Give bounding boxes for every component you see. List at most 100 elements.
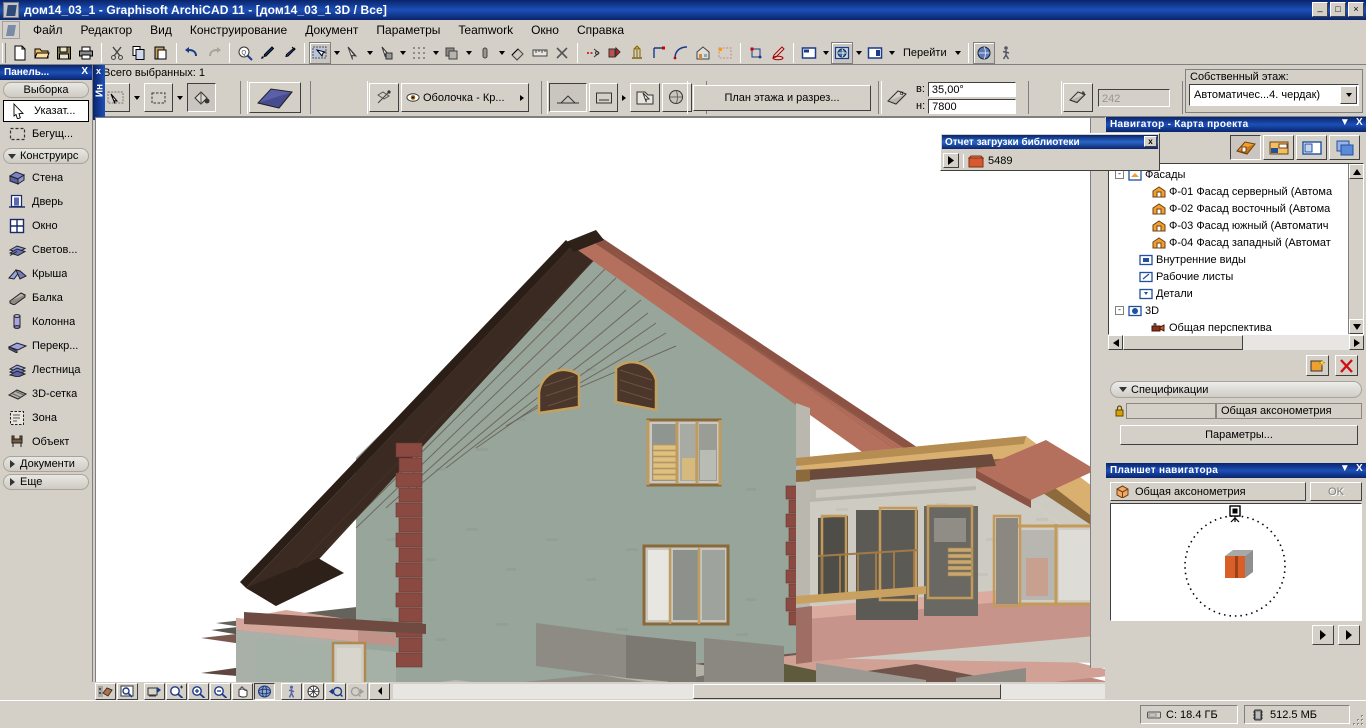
goto-label[interactable]: Перейти	[897, 47, 953, 59]
window-plan-icon[interactable]	[798, 42, 820, 64]
scrollbar-thumb[interactable]	[693, 683, 1001, 699]
fill-pour-icon[interactable]	[187, 83, 216, 112]
expander-icon[interactable]: -	[1115, 170, 1124, 179]
orbit-icon[interactable]	[254, 682, 275, 700]
view-map-tab[interactable]	[1263, 135, 1294, 160]
arrow-dropdown-icon[interactable]	[364, 42, 375, 64]
tool-door[interactable]: Дверь	[2, 190, 90, 214]
ok-button[interactable]: OK	[1310, 482, 1362, 501]
render-globe-icon[interactable]	[972, 41, 995, 64]
undo-icon[interactable]	[181, 42, 203, 64]
specification-name-field[interactable]: Общая аксонометрия	[1216, 403, 1362, 419]
globe-3d-icon[interactable]	[831, 41, 853, 64]
tool-roof[interactable]: Крыша	[2, 262, 90, 286]
vertical-scrollbar[interactable]	[1090, 118, 1105, 668]
tool-skylight[interactable]: Светов...	[2, 238, 90, 262]
tool-window[interactable]: Окно	[2, 214, 90, 238]
scroll-up-button[interactable]	[1349, 164, 1363, 179]
cut-scissors-icon[interactable]	[106, 42, 128, 64]
window-list-icon[interactable]	[864, 42, 886, 64]
tool-stair[interactable]: Лестница	[2, 358, 90, 382]
ruler-icon[interactable]	[529, 42, 551, 64]
scissors-cross-icon[interactable]	[551, 42, 573, 64]
walk-person-icon[interactable]	[281, 682, 302, 700]
document-icon[interactable]	[2, 21, 20, 39]
menu-window[interactable]: Окно	[522, 21, 568, 39]
pointer-group-icon[interactable]	[375, 42, 397, 64]
selection-box-icon[interactable]	[714, 42, 736, 64]
navigator-collapse-icon[interactable]: ▼	[1340, 117, 1350, 128]
paste-icon[interactable]	[150, 42, 172, 64]
specification-id-field[interactable]	[1126, 403, 1216, 419]
3d-navigate-icon[interactable]	[303, 682, 324, 700]
zoom-in-icon[interactable]	[188, 682, 209, 700]
house-layer-icon[interactable]	[692, 42, 714, 64]
menu-teamwork[interactable]: Teamwork	[449, 21, 522, 39]
project-map-tab[interactable]	[1230, 135, 1261, 160]
open-folder-icon[interactable]	[31, 42, 53, 64]
scroll-right-button[interactable]	[1349, 335, 1364, 350]
tree-node-elevation-3[interactable]: Ф-03 Фасад южный (Автоматич	[1115, 217, 1363, 234]
minimize-button[interactable]: _	[1312, 2, 1328, 17]
tree-node-perspective[interactable]: Общая перспектива	[1115, 319, 1363, 334]
tool-marquee[interactable]: Бегущ...	[2, 122, 90, 146]
save-disk-icon[interactable]	[53, 42, 75, 64]
storey-combo[interactable]: Автоматичес...4. чердак)	[1189, 84, 1359, 106]
layers-dropdown-icon[interactable]	[463, 42, 474, 64]
tool-object[interactable]: Объект	[2, 430, 90, 454]
pivot-rotate-icon[interactable]	[369, 83, 399, 112]
prev-zoom-icon[interactable]	[144, 682, 165, 700]
print-icon[interactable]	[75, 42, 97, 64]
menu-edit[interactable]: Редактор	[72, 21, 142, 39]
copy-icon[interactable]	[128, 42, 150, 64]
new-view-icon[interactable]	[1306, 355, 1329, 376]
tree-node-worksheets[interactable]: Рабочие листы	[1115, 268, 1363, 285]
parameters-button[interactable]: Параметры...	[1120, 425, 1358, 445]
tool-beam[interactable]: Балка	[2, 286, 90, 310]
dots-grid-icon[interactable]	[408, 42, 430, 64]
project-tree[interactable]: - Фасады Ф-01 Фасад серверный (Автома Ф-…	[1108, 163, 1364, 335]
walk-person-icon[interactable]	[995, 42, 1017, 64]
globe-dropdown-icon[interactable]	[853, 42, 864, 64]
roof-material-icon[interactable]	[1063, 83, 1093, 112]
new-document-icon[interactable]	[9, 42, 31, 64]
palette-close-icon[interactable]: X	[81, 66, 88, 77]
tool-column[interactable]: Колонна	[2, 310, 90, 334]
navigator-plate-close-icon[interactable]: X	[1356, 463, 1363, 474]
goto-dropdown-icon[interactable]	[953, 42, 964, 64]
tool-arrow[interactable]: Указат...	[3, 100, 89, 122]
resize-grip[interactable]	[1351, 713, 1365, 727]
height-input[interactable]: 7800	[928, 98, 1017, 114]
skip-right-icon[interactable]	[1338, 625, 1360, 645]
info-palette-tab[interactable]: x Ин	[93, 65, 106, 120]
navigator-plate-collapse-icon[interactable]: ▼	[1340, 463, 1350, 474]
fit-window-icon[interactable]	[117, 682, 138, 700]
storey-dropdown-icon[interactable]	[1340, 86, 1357, 104]
tree-hscroll-thumb[interactable]	[1123, 335, 1243, 350]
drag-icon[interactable]	[507, 42, 529, 64]
tree-node-elevation-1[interactable]: Ф-01 Фасад серверный (Автома	[1115, 183, 1363, 200]
close-button[interactable]: ×	[1348, 2, 1364, 17]
zoom-forward-icon[interactable]	[347, 682, 368, 700]
step-right-icon[interactable]	[1312, 625, 1334, 645]
marquee-dropdown-icon[interactable]	[177, 95, 183, 100]
section-document[interactable]: Документи	[3, 456, 89, 472]
column-dropdown-icon[interactable]	[496, 42, 507, 64]
tool-zone[interactable]: Зона	[2, 406, 90, 430]
tree-node-details[interactable]: Детали	[1115, 285, 1363, 302]
arrow-dropdown-icon[interactable]	[134, 95, 140, 100]
publisher-tab[interactable]	[1329, 135, 1360, 160]
menu-help[interactable]: Справка	[568, 21, 633, 39]
section-selection[interactable]: Выборка	[3, 82, 89, 98]
curve-icon[interactable]	[670, 42, 692, 64]
shell-fold-icon[interactable]	[630, 83, 660, 112]
library-load-dialog[interactable]: Отчет загрузки библиотеки x 5489	[940, 133, 1160, 171]
3d-settings-icon[interactable]	[95, 682, 116, 700]
menu-document[interactable]: Документ	[296, 21, 367, 39]
column-icon[interactable]	[474, 42, 496, 64]
section-design[interactable]: Конструирс	[3, 148, 89, 164]
pointer-dropdown-icon[interactable]	[397, 42, 408, 64]
pan-hand-icon[interactable]	[232, 682, 253, 700]
tree-node-3d[interactable]: - 3D	[1115, 302, 1363, 319]
scroll-left-button[interactable]	[1108, 335, 1123, 350]
